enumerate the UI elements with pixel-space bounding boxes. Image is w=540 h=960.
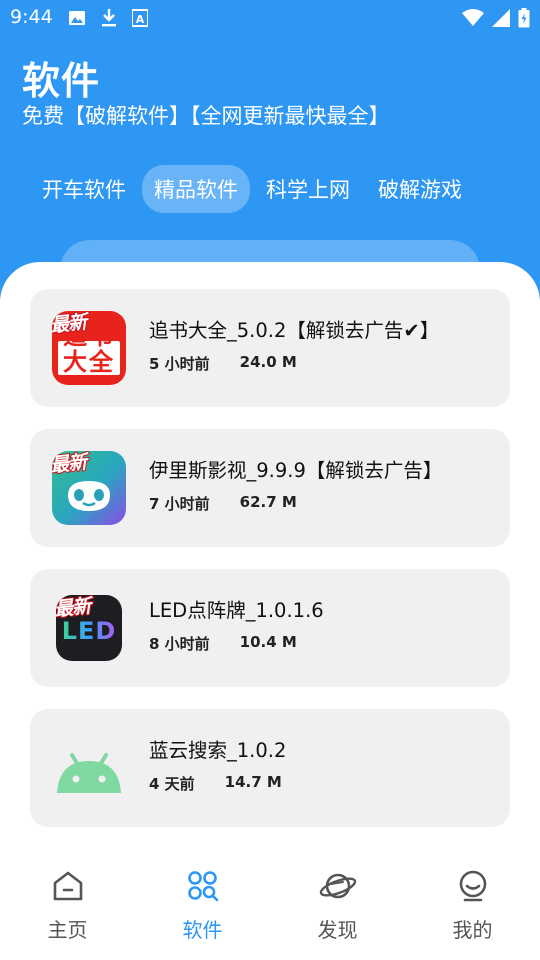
app-name: 蓝云搜索_1.0.2	[149, 739, 287, 762]
tab-jingpin[interactable]: 精品软件	[142, 165, 250, 213]
nav-home[interactable]: 主页	[0, 850, 135, 960]
app-time: 7 小时前	[149, 495, 210, 513]
tab-pojie[interactable]: 破解游戏	[366, 165, 474, 213]
app-card-lanyun[interactable]: 蓝云搜索_1.0.2 4 天前 14.7 M	[30, 709, 510, 827]
nav-profile[interactable]: 我的	[405, 850, 540, 960]
app-list: 追书大全 最新 追书大全_5.0.2【解锁去广告✔】 5 小时前 24.0 M …	[30, 289, 510, 849]
nav-apps-label: 软件	[182, 918, 223, 942]
svg-text:A: A	[136, 13, 145, 26]
app-size: 10.4 M	[239, 633, 297, 651]
app-time: 5 小时前	[149, 355, 210, 373]
nav-profile-label: 我的	[452, 918, 493, 942]
app-time: 4 天前	[149, 775, 195, 793]
app-card-zhuishu[interactable]: 追书大全 最新 追书大全_5.0.2【解锁去广告✔】 5 小时前 24.0 M	[30, 289, 510, 407]
book-app-icon: 追书大全 最新	[52, 311, 126, 385]
planet-icon	[319, 870, 357, 906]
app-size: 24.0 M	[239, 353, 297, 371]
page-title: 软件	[22, 59, 101, 103]
app-time: 8 小时前	[149, 635, 210, 653]
apps-icon	[186, 870, 220, 906]
bottom-navigation: 主页 软件 发现 我的	[0, 850, 540, 960]
app-name: 追书大全_5.0.2【解锁去广告✔】	[149, 319, 440, 342]
status-time: 9:44	[10, 6, 53, 28]
panda-app-icon: 最新	[52, 451, 126, 525]
led-app-icon-text: LED	[56, 617, 122, 645]
page-subtitle: 免费【破解软件】【全网更新最快最全】	[22, 104, 390, 128]
category-tabs: 开车软件 精品软件 科学上网 破解游戏	[30, 165, 474, 213]
nav-discover[interactable]: 发现	[270, 850, 405, 960]
font-icon: A	[131, 9, 149, 31]
nav-home-label: 主页	[47, 918, 88, 942]
led-app-icon: LED 最新	[56, 595, 122, 661]
battery-icon	[518, 8, 530, 32]
app-size: 62.7 M	[239, 493, 297, 511]
new-badge: 最新	[52, 451, 88, 478]
tab-kexue[interactable]: 科学上网	[254, 165, 362, 213]
nav-discover-label: 发现	[317, 918, 358, 942]
app-name: 伊里斯影视_9.9.9【解锁去广告】	[149, 459, 443, 482]
new-badge: 最新	[52, 311, 88, 338]
android-app-icon	[52, 731, 126, 805]
app-card-led[interactable]: LED 最新 LED点阵牌_1.0.1.6 8 小时前 10.4 M	[30, 569, 510, 687]
download-icon	[100, 8, 118, 32]
status-bar: 9:44 A	[0, 0, 540, 36]
app-name: LED点阵牌_1.0.1.6	[149, 599, 324, 622]
new-badge: 最新	[56, 595, 92, 622]
signal-icon	[492, 9, 510, 31]
app-card-yilisi[interactable]: 最新 伊里斯影视_9.9.9【解锁去广告】 7 小时前 62.7 M	[30, 429, 510, 547]
wifi-icon	[462, 9, 484, 31]
tab-kaiche[interactable]: 开车软件	[30, 165, 138, 213]
nav-apps[interactable]: 软件	[135, 850, 270, 960]
image-icon	[68, 9, 86, 31]
app-size: 14.7 M	[224, 773, 282, 791]
home-icon	[51, 870, 85, 906]
profile-icon	[456, 870, 490, 906]
